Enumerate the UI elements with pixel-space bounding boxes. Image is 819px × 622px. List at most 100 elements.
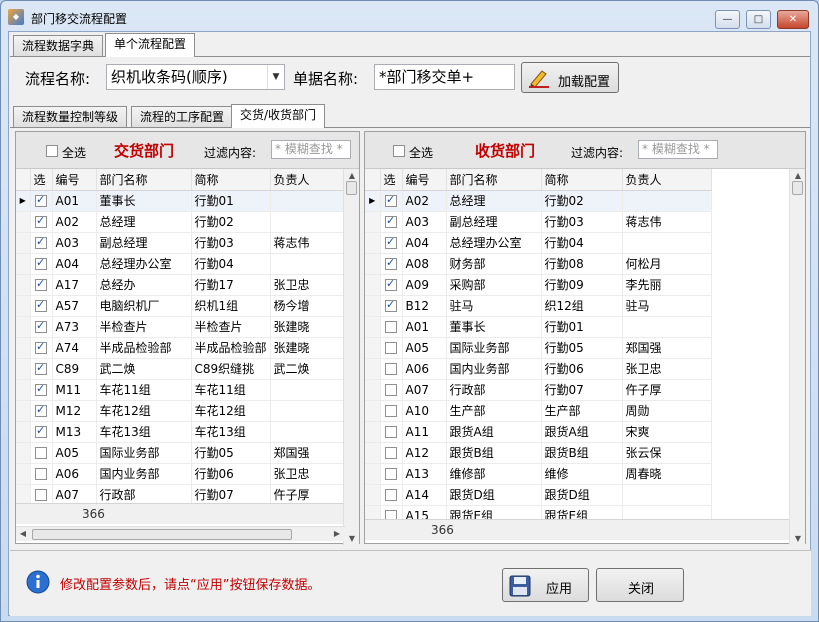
dept-name-cell[interactable]: 总经理 <box>446 190 542 212</box>
dept-owner-cell[interactable]: 仵子厚 <box>270 484 346 506</box>
dept-owner-cell[interactable]: 蒋志伟 <box>270 232 346 254</box>
dept-short-name-cell[interactable]: 行勤03 <box>541 211 623 233</box>
row-select-checkbox[interactable] <box>35 340 47 354</box>
dept-short-name-cell[interactable]: 跟货B组 <box>541 442 623 464</box>
scrollbar-thumb[interactable] <box>346 181 357 195</box>
dept-code-cell[interactable]: A05 <box>52 442 97 464</box>
row-indicator[interactable] <box>16 295 31 317</box>
dept-short-name-cell[interactable]: 织12组 <box>541 295 623 317</box>
dept-name-cell[interactable]: 总经理 <box>96 211 192 233</box>
delivery-table-row[interactable]: A07 行政部 行勤07 仵子厚 <box>16 484 346 506</box>
column-header-short-name[interactable]: 简称 <box>191 169 271 191</box>
dept-name-cell[interactable]: 董事长 <box>446 316 542 338</box>
delivery-select-all-checkbox[interactable] <box>46 145 58 157</box>
row-select-checkbox[interactable] <box>35 193 47 207</box>
tab-single-process-config[interactable]: 单个流程配置 <box>105 33 196 57</box>
delivery-vertical-scrollbar[interactable]: ▲ ▼ <box>343 169 359 545</box>
dept-name-cell[interactable]: 国内业务部 <box>96 463 192 485</box>
delivery-table-row[interactable]: A05 国际业务部 行勤05 郑国强 <box>16 442 346 464</box>
dept-name-cell[interactable]: 电脑织机厂 <box>96 295 192 317</box>
dept-code-cell[interactable]: M13 <box>52 421 97 443</box>
row-indicator[interactable] <box>365 442 381 464</box>
dept-name-cell[interactable]: 半检查片 <box>96 316 192 338</box>
row-indicator[interactable] <box>365 337 381 359</box>
maximize-button[interactable]: □ <box>746 10 771 29</box>
receive-table-row[interactable]: A04总经理办公室行勤04 <box>365 232 712 254</box>
dept-name-cell[interactable]: 维修部 <box>446 463 542 485</box>
dept-short-name-cell[interactable]: 半检查片 <box>191 316 271 338</box>
delivery-table-row[interactable]: A73半检查片半检查片张建晓 <box>16 316 346 338</box>
receive-vertical-scrollbar[interactable]: ▲ ▼ <box>789 169 805 545</box>
receive-select-all-checkbox[interactable] <box>393 145 405 157</box>
dept-name-cell[interactable]: 国际业务部 <box>96 442 192 464</box>
row-select-checkbox[interactable] <box>385 363 397 375</box>
dept-owner-cell[interactable] <box>270 421 346 443</box>
close-button[interactable]: 关闭 <box>596 568 684 602</box>
dept-name-cell[interactable]: 国际业务部 <box>446 337 542 359</box>
current-row-indicator-icon[interactable]: ▶ <box>365 190 381 212</box>
scrollbar-thumb[interactable] <box>792 181 803 195</box>
row-select-checkbox[interactable] <box>35 382 47 396</box>
receive-filter-input[interactable]: * 模糊查找 * <box>638 140 718 159</box>
dept-code-cell[interactable]: A05 <box>402 337 447 359</box>
dept-code-cell[interactable]: A01 <box>402 316 447 338</box>
receive-table-row[interactable]: A09采购部行勤09李先丽 <box>365 274 712 296</box>
dept-owner-cell[interactable] <box>622 232 712 254</box>
dept-short-name-cell[interactable]: 织机1组 <box>191 295 271 317</box>
row-select-checkbox[interactable] <box>35 214 47 228</box>
dept-short-name-cell[interactable]: 行勤02 <box>541 190 623 212</box>
dept-short-name-cell[interactable]: 行勤02 <box>191 211 271 233</box>
scroll-down-icon[interactable]: ▼ <box>790 534 806 543</box>
dept-short-name-cell[interactable]: 行勤17 <box>191 274 271 296</box>
dept-name-cell[interactable]: 生产部 <box>446 400 542 422</box>
row-select-checkbox[interactable] <box>35 361 47 375</box>
dept-short-name-cell[interactable]: 行勤01 <box>191 190 271 212</box>
dept-short-name-cell[interactable]: 车花12组 <box>191 400 271 422</box>
dept-code-cell[interactable]: A03 <box>52 232 97 254</box>
receive-table-row[interactable]: A06 国内业务部 行勤06 张卫忠 <box>365 358 712 380</box>
dept-owner-cell[interactable]: 仵子厚 <box>622 379 712 401</box>
dept-name-cell[interactable]: 副总经理 <box>446 211 542 233</box>
column-header-dept-name[interactable]: 部门名称 <box>96 169 192 191</box>
current-row-indicator-icon[interactable]: ▶ <box>16 190 31 212</box>
dept-code-cell[interactable]: A09 <box>402 274 447 296</box>
column-header-owner[interactable]: 负责人 <box>270 169 346 191</box>
dept-name-cell[interactable]: 车花13组 <box>96 421 192 443</box>
row-indicator[interactable] <box>16 358 31 380</box>
dept-owner-cell[interactable]: 张建晓 <box>270 316 346 338</box>
dept-owner-cell[interactable] <box>622 316 712 338</box>
dept-owner-cell[interactable]: 张卫忠 <box>622 358 712 380</box>
dept-code-cell[interactable]: A04 <box>52 253 97 275</box>
row-select-checkbox[interactable] <box>35 424 47 438</box>
dept-name-cell[interactable]: 行政部 <box>96 484 192 506</box>
receive-table-row[interactable]: A07 行政部 行勤07 仵子厚 <box>365 379 712 401</box>
scroll-left-icon[interactable]: ◀ <box>18 529 28 538</box>
dept-short-name-cell[interactable]: 生产部 <box>541 400 623 422</box>
dept-short-name-cell[interactable]: 行勤06 <box>191 463 271 485</box>
row-select-checkbox[interactable] <box>385 468 397 480</box>
delivery-table-row[interactable]: M13车花13组车花13组 <box>16 421 346 443</box>
row-indicator[interactable] <box>365 253 381 275</box>
close-window-button[interactable]: ✕ <box>777 10 809 29</box>
dept-code-cell[interactable]: A74 <box>52 337 97 359</box>
receive-table-row[interactable]: A03副总经理行勤03蒋志伟 <box>365 211 712 233</box>
column-header-owner[interactable]: 负责人 <box>622 169 712 191</box>
delivery-table-row[interactable]: A06 国内业务部 行勤06 张卫忠 <box>16 463 346 485</box>
dept-code-cell[interactable]: A17 <box>52 274 97 296</box>
tab-quantity-control[interactable]: 流程数量控制等级 <box>13 106 128 128</box>
dept-owner-cell[interactable] <box>270 379 346 401</box>
dept-short-name-cell[interactable]: 行勤07 <box>541 379 623 401</box>
dept-code-cell[interactable]: M12 <box>52 400 97 422</box>
row-indicator[interactable] <box>16 400 31 422</box>
receive-table-row[interactable]: A12 跟货B组 跟货B组 张云保 <box>365 442 712 464</box>
dept-code-cell[interactable]: A73 <box>52 316 97 338</box>
delivery-table-row[interactable]: A02总经理行勤02 <box>16 211 346 233</box>
row-indicator[interactable] <box>365 232 381 254</box>
minimize-button[interactable]: — <box>715 10 740 29</box>
dept-code-cell[interactable]: A13 <box>402 463 447 485</box>
dept-short-name-cell[interactable]: 车花11组 <box>191 379 271 401</box>
dept-short-name-cell[interactable]: 行勤06 <box>541 358 623 380</box>
dept-name-cell[interactable]: 总经理办公室 <box>446 232 542 254</box>
delivery-table-row[interactable]: ▶ A01董事长行勤01 <box>16 190 346 212</box>
dept-name-cell[interactable]: 跟货A组 <box>446 421 542 443</box>
